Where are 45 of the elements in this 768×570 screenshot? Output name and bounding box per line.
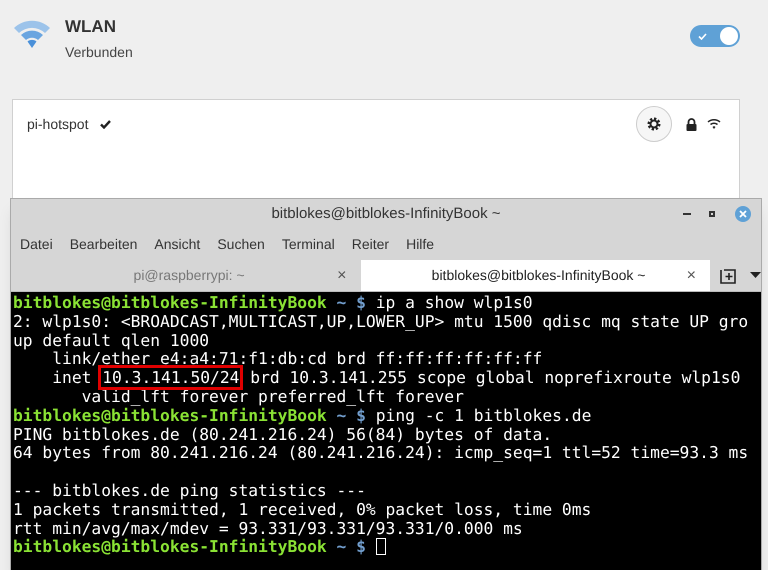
terminal-tab[interactable]: bitblokes@bitblokes-InfinityBook ~ ×	[360, 260, 710, 291]
tab-close-button[interactable]: ×	[337, 264, 346, 288]
output-text: valid_lft forever preferred_lft forever	[80, 386, 464, 406]
menu-item[interactable]: Reiter	[352, 234, 390, 254]
wlan-status: Verbunden	[65, 42, 133, 62]
check-icon	[698, 32, 707, 40]
dropdown-caret-icon[interactable]	[750, 272, 761, 279]
settings-icon	[646, 116, 662, 132]
output-text: 1 packets transmitted, 1 received, 0% packet loss, time 0ms	[13, 500, 592, 519]
settings-button[interactable]	[636, 106, 672, 142]
output-text: up default qlen 1000	[13, 330, 210, 350]
output-text: 64 bytes from 80.241.216.24 (80.241.216.24): icmp_seq=1 ttl=52 time=93.3 ms	[13, 443, 748, 462]
tab-label: pi@raspberrypi: ~	[134, 266, 245, 285]
prompt-user: bitblokes@bitblokes-InfinityBook	[13, 406, 327, 425]
menu-item[interactable]: Suchen	[217, 234, 265, 254]
menu-item[interactable]: Datei	[20, 234, 53, 254]
new-tab-icon[interactable]	[720, 268, 736, 284]
output-text: brd 10.3.141.255 scope global noprefixroute wlp1s0	[249, 368, 740, 388]
output-text: link/ether e4:a4:71:f1:db:cd brd ff:ff:ff:ff:ff:ff	[51, 349, 542, 368]
prompt-user: bitblokes@bitblokes-InfinityBook	[13, 293, 327, 312]
highlighted-address: 10.3.141.50/24	[101, 368, 240, 388]
window-title: bitblokes@bitblokes-InfinityBook ~	[271, 204, 501, 224]
prompt-path: ~ $	[336, 293, 366, 312]
wifi-signal-icon	[707, 118, 721, 130]
menu-item[interactable]: Hilfe	[406, 234, 434, 254]
tab-close-button[interactable]: ×	[686, 264, 696, 288]
output-text: PING bitblokes.de (80.241.216.24) 56(84) bytes of data.	[13, 424, 552, 444]
wlan-toggle[interactable]	[690, 25, 740, 47]
menu-item[interactable]: Ansicht	[154, 234, 200, 254]
tab-label: bitblokes@bitblokes-InfinityBook ~	[432, 266, 646, 285]
menu-item[interactable]: Terminal	[282, 234, 335, 254]
network-name[interactable]: pi-hotspot	[27, 114, 88, 134]
command-text: ip a show wlp1s0	[376, 293, 533, 312]
wlan-title: WLAN	[65, 16, 117, 38]
output-text: rtt min/avg/max/mdev = 93.331/93.331/93.331/0.000 ms	[13, 518, 523, 538]
output-text: inet	[51, 368, 92, 388]
prompt-path: ~ $	[336, 406, 366, 425]
output-text: --- bitblokes.de ping statistics ---	[13, 480, 366, 500]
close-icon[interactable]	[735, 206, 751, 222]
output-text: 2: wlp1s0: <BROADCAST,MULTICAST,UP,LOWER_UP> mtu 1500 qdisc mq state UP gro	[13, 312, 748, 331]
command-text: ping -c 1 bitblokes.de	[376, 406, 592, 425]
prompt-user: bitblokes@bitblokes-InfinityBook	[13, 537, 327, 556]
menu-item[interactable]: Bearbeiten	[70, 234, 138, 254]
prompt-path: ~ $	[336, 537, 366, 556]
restore-icon[interactable]	[709, 211, 715, 217]
